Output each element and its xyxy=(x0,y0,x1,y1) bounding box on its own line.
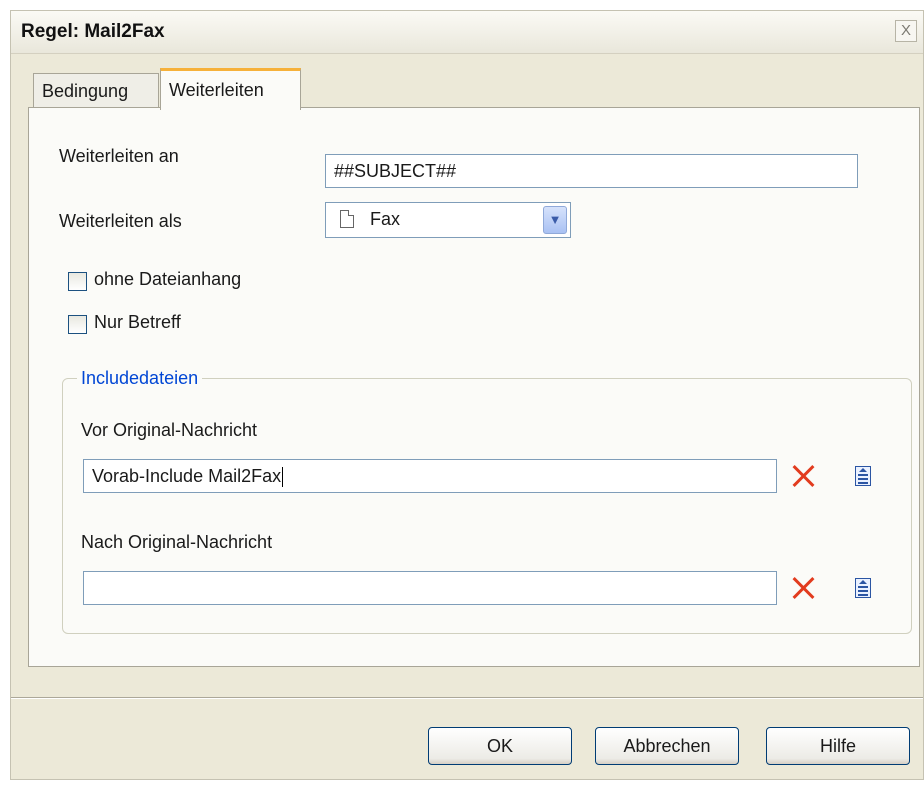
before-original-input[interactable]: Vorab-Include Mail2Fax xyxy=(83,459,777,493)
forward-to-label: Weiterleiten an xyxy=(59,146,179,167)
forward-to-input[interactable]: ##SUBJECT## xyxy=(325,154,858,188)
clear-after-x-icon[interactable] xyxy=(792,576,816,600)
ok-button[interactable]: OK xyxy=(428,727,572,765)
clear-before-x-icon[interactable] xyxy=(792,464,816,488)
forward-to-label-text: Weiterleiten an xyxy=(59,146,179,166)
chevron-down-icon[interactable]: ▼ xyxy=(543,206,567,234)
before-original-value: Vorab-Include Mail2Fax xyxy=(92,466,282,486)
close-button[interactable]: X xyxy=(895,20,917,42)
tab-bedingung[interactable]: Bedingung xyxy=(33,73,159,107)
tab-weiterleiten[interactable]: Weiterleiten xyxy=(160,68,301,110)
tab-panel-weiterleiten: Weiterleiten an ##SUBJECT## Weiterleiten… xyxy=(28,107,920,667)
help-button[interactable]: Hilfe xyxy=(766,727,910,765)
button-bar-divider-highlight xyxy=(11,698,923,699)
document-icon xyxy=(340,210,354,228)
subject-only-checkbox[interactable] xyxy=(68,315,87,334)
text-caret xyxy=(282,467,284,488)
subject-only-label: Nur Betreff xyxy=(94,312,181,332)
browse-after-file-icon[interactable] xyxy=(855,578,871,598)
before-original-label: Vor Original-Nachricht xyxy=(81,420,258,440)
cancel-button[interactable]: Abbrechen xyxy=(595,727,739,765)
dialog-window: Regel: Mail2Fax X Bedingung Weiterleiten… xyxy=(10,10,924,780)
title-bar: Regel: Mail2Fax X xyxy=(11,11,923,54)
forward-as-label: Weiterleiten als xyxy=(59,211,182,231)
browse-before-file-icon[interactable] xyxy=(855,466,871,486)
no-attachment-checkbox[interactable] xyxy=(68,272,87,291)
includes-group-legend: Includedateien xyxy=(77,368,203,389)
after-original-label: Nach Original-Nachricht xyxy=(81,532,273,552)
forward-as-select[interactable]: Fax ▼ xyxy=(325,202,571,238)
dialog-title: Regel: Mail2Fax xyxy=(21,21,165,42)
forward-as-value: Fax xyxy=(370,209,401,229)
after-original-input[interactable] xyxy=(83,571,777,605)
no-attachment-label: ohne Dateianhang xyxy=(94,269,242,289)
